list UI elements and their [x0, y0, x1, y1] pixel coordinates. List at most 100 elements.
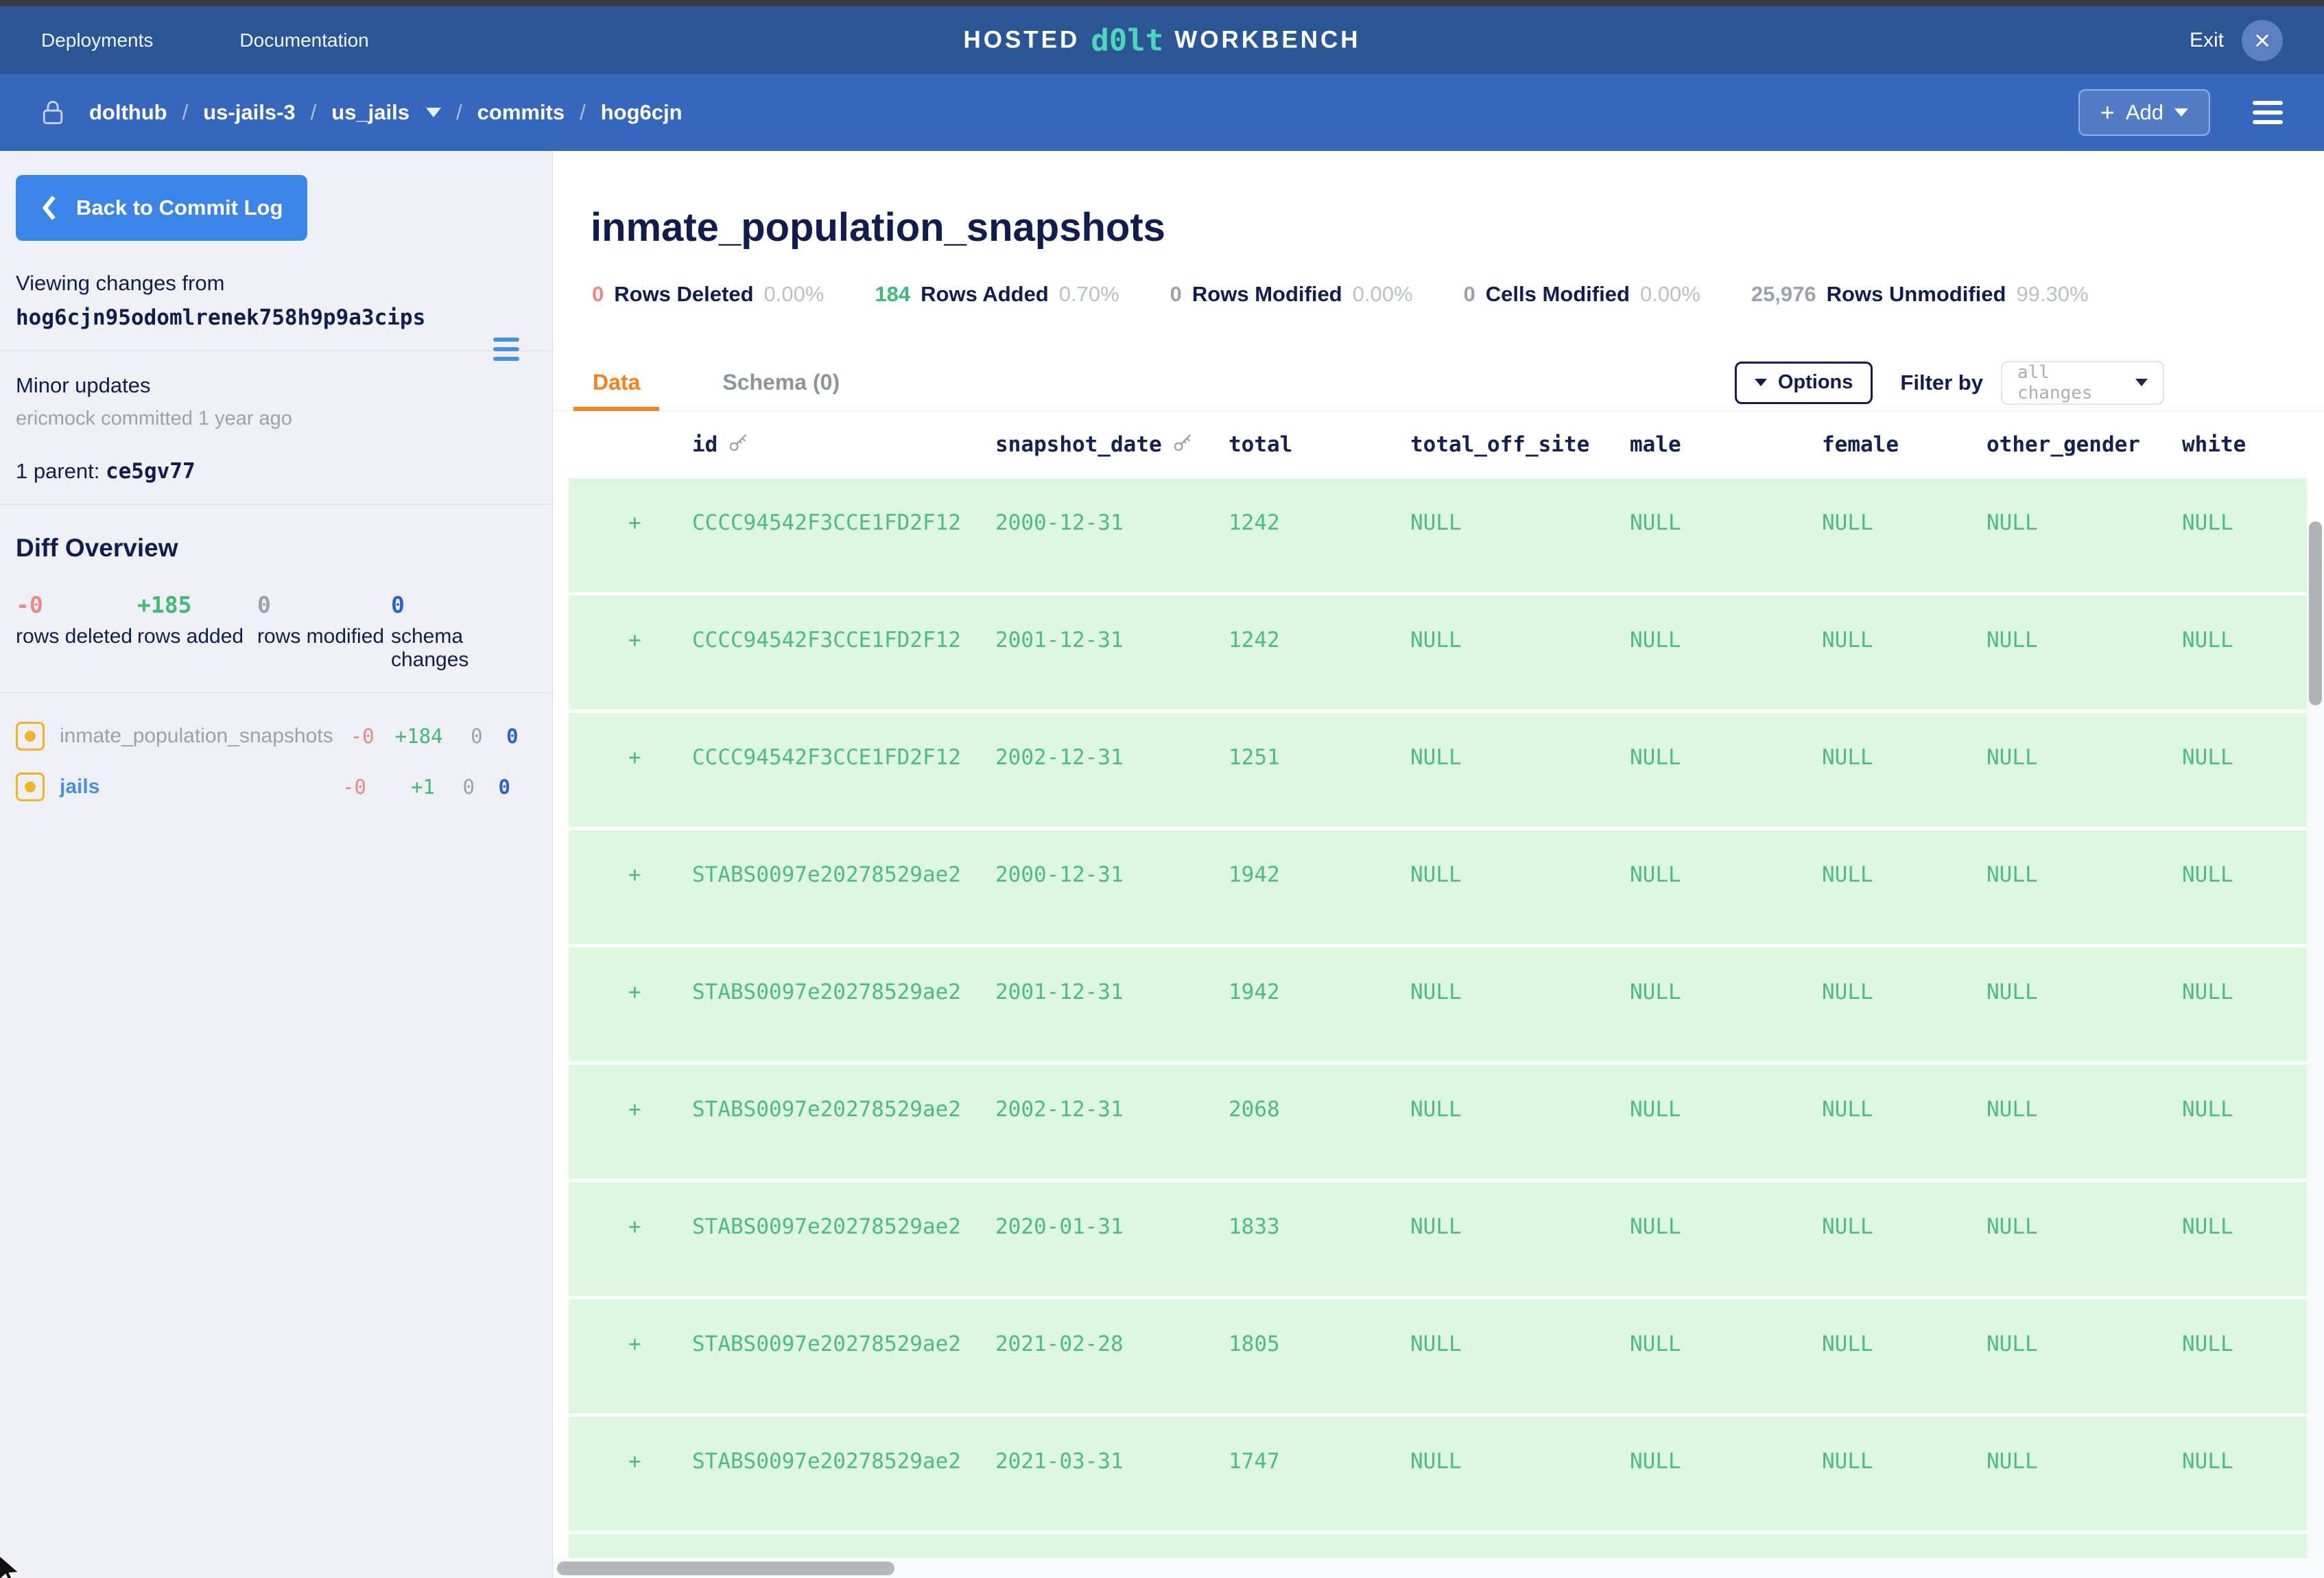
diff-stat-value: 0	[1464, 282, 1475, 307]
close-button[interactable]	[2242, 20, 2283, 61]
filter-dropdown[interactable]: all changes	[2001, 361, 2164, 405]
options-button[interactable]: Options	[1735, 362, 1873, 404]
commit-hash: hog6cjn95odomlrenek758h9p9a3cips	[16, 305, 536, 330]
schema-changes-count: 0	[475, 775, 510, 799]
filter-dropdown-value: all changes	[2017, 362, 2135, 403]
vertical-scrollbar-track[interactable]	[2307, 569, 2324, 1559]
cell-white: NULL	[2182, 745, 2307, 770]
nav-link-deployments[interactable]: Deployments	[41, 30, 153, 51]
add-caret-icon	[2174, 108, 2188, 117]
exit-button[interactable]: Exit	[2190, 29, 2224, 52]
diff-summary-item: +185rows added	[137, 591, 257, 672]
cell-male: NULL	[1630, 1214, 1822, 1239]
database-dropdown-caret-icon[interactable]	[426, 108, 441, 117]
cell-total_off_site: NULL	[1410, 745, 1630, 770]
diff-summary-label: rows modified	[257, 625, 391, 648]
menu-hamburger-button[interactable]	[2253, 101, 2283, 124]
breadcrumb: dolthub / us-jails-3 / us_jails / commit…	[89, 100, 683, 125]
breadcrumb-owner[interactable]: dolthub	[89, 100, 167, 125]
diff-stat: 0Rows Deleted0.00%	[592, 282, 824, 307]
cell-male: NULL	[1630, 1097, 1822, 1122]
diff-stat-label: Rows Modified	[1192, 282, 1342, 307]
diff-summary: -0rows deleted+185rows added0rows modifi…	[16, 591, 536, 672]
parent-commit-link[interactable]: ce5gv77	[106, 459, 195, 484]
cell-snapshot_date: 2021-02-28	[995, 1332, 1229, 1356]
cell-total_off_site: NULL	[1410, 980, 1630, 1004]
column-header-label: male	[1630, 432, 1681, 457]
add-button[interactable]: + Add	[2078, 89, 2210, 136]
rows-modified-count: 0	[435, 775, 475, 799]
tabs-bar: Data Schema (0) Options Filter by all ch…	[553, 355, 2324, 411]
sidebar-collapse-button[interactable]	[493, 338, 519, 361]
diff-stat-value: 184	[875, 282, 910, 307]
viewing-changes-label: Viewing changes from	[16, 271, 536, 296]
cell-male: NULL	[1630, 862, 1822, 887]
changed-table-counts: -0+100	[325, 775, 536, 799]
commit-meta: ericmock committed 1 year ago	[16, 408, 536, 430]
column-header-label: snapshot_date	[995, 432, 1162, 457]
back-to-commit-log-button[interactable]: Back to Commit Log	[16, 175, 307, 241]
logo-workbench: WORKBENCH	[1174, 27, 1360, 54]
table-modified-icon	[16, 722, 45, 751]
changed-tables-list: inmate_population_snapshots-0+18400jails…	[16, 711, 536, 812]
breadcrumb-commit-ref[interactable]: hog6cjn	[601, 100, 683, 125]
cell-id: STABS0097e20278529ae2	[692, 1332, 995, 1356]
chevron-left-icon	[40, 195, 58, 221]
top-nav: Deployments Documentation HOSTED d0lt WO…	[0, 6, 2324, 74]
diff-summary-item: -0rows deleted	[16, 591, 137, 672]
diff-stat-percent: 0.00%	[1640, 282, 1700, 307]
plus-icon: +	[2100, 98, 2115, 127]
changed-table-name[interactable]: jails	[60, 775, 99, 799]
row-added-marker: +	[628, 862, 692, 887]
column-header-snapshot_date: snapshot_date	[995, 432, 1229, 458]
diff-stat-percent: 99.30%	[2016, 282, 2088, 307]
cell-snapshot_date: 2001-12-31	[995, 980, 1229, 1004]
tab-schema[interactable]: Schema (0)	[703, 355, 859, 410]
column-header-label: total_off_site	[1410, 432, 1589, 457]
divider	[0, 504, 552, 505]
changed-table-item[interactable]: jails -0+100	[16, 762, 536, 812]
cell-total_off_site: NULL	[1410, 1449, 1630, 1474]
row-added-marker: +	[628, 745, 692, 770]
mouse-cursor	[0, 1553, 23, 1578]
row-added-marker: +	[628, 510, 692, 535]
changed-table-item[interactable]: inmate_population_snapshots-0+18400	[16, 711, 536, 762]
vertical-scrollbar-thumb[interactable]	[2309, 521, 2322, 705]
changed-table-name[interactable]: inmate_population_snapshots	[60, 725, 333, 748]
cell-total_off_site: NULL	[1410, 510, 1630, 535]
filter-by-label: Filter by	[1900, 370, 1983, 395]
horizontal-scrollbar-thumb[interactable]	[557, 1562, 894, 1575]
cell-female: NULL	[1822, 1214, 1987, 1239]
diff-stat-label: Rows Deleted	[614, 282, 753, 307]
nav-link-documentation[interactable]: Documentation	[239, 30, 368, 51]
breadcrumb-deployment[interactable]: us-jails-3	[203, 100, 295, 125]
cell-total: 2068	[1229, 1097, 1410, 1122]
column-header-id: id	[692, 432, 995, 458]
table-modified-dot	[25, 731, 36, 742]
cell-male: NULL	[1630, 628, 1822, 652]
breadcrumb-bar: dolthub / us-jails-3 / us_jails / commit…	[0, 74, 2324, 151]
diff-stat-value: 25,976	[1751, 282, 1816, 307]
diff-stat: 184Rows Added0.70%	[875, 282, 1119, 307]
diff-summary-item: 0rows modified	[257, 591, 391, 672]
horizontal-scrollbar-track[interactable]	[553, 1559, 2324, 1578]
commit-message: Minor updates	[16, 373, 536, 398]
column-header-total_off_site: total_off_site	[1410, 432, 1630, 457]
breadcrumb-commits[interactable]: commits	[477, 100, 565, 125]
diff-summary-value: +185	[137, 591, 257, 618]
diff-stat-label: Rows Added	[921, 282, 1049, 307]
cell-female: NULL	[1822, 510, 1987, 535]
table-row-added: +STABS0097e20278529ae22001-12-311942NULL…	[569, 947, 2307, 1061]
diff-stat-label: Rows Unmodified	[1827, 282, 2006, 307]
logo-hosted: HOSTED	[963, 27, 1080, 54]
column-header-label: female	[1822, 432, 1899, 457]
diff-stat-value: 0	[1170, 282, 1182, 307]
cell-total_off_site: NULL	[1410, 862, 1630, 887]
column-header-other_gender: other_gender	[1987, 432, 2182, 457]
breadcrumb-database[interactable]: us_jails	[331, 100, 410, 125]
cell-white: NULL	[2182, 1449, 2307, 1474]
diff-stat: 0Rows Modified0.00%	[1170, 282, 1413, 307]
cell-total_off_site: NULL	[1410, 1097, 1630, 1122]
column-header-label: white	[2182, 432, 2246, 457]
tab-data[interactable]: Data	[573, 355, 659, 410]
